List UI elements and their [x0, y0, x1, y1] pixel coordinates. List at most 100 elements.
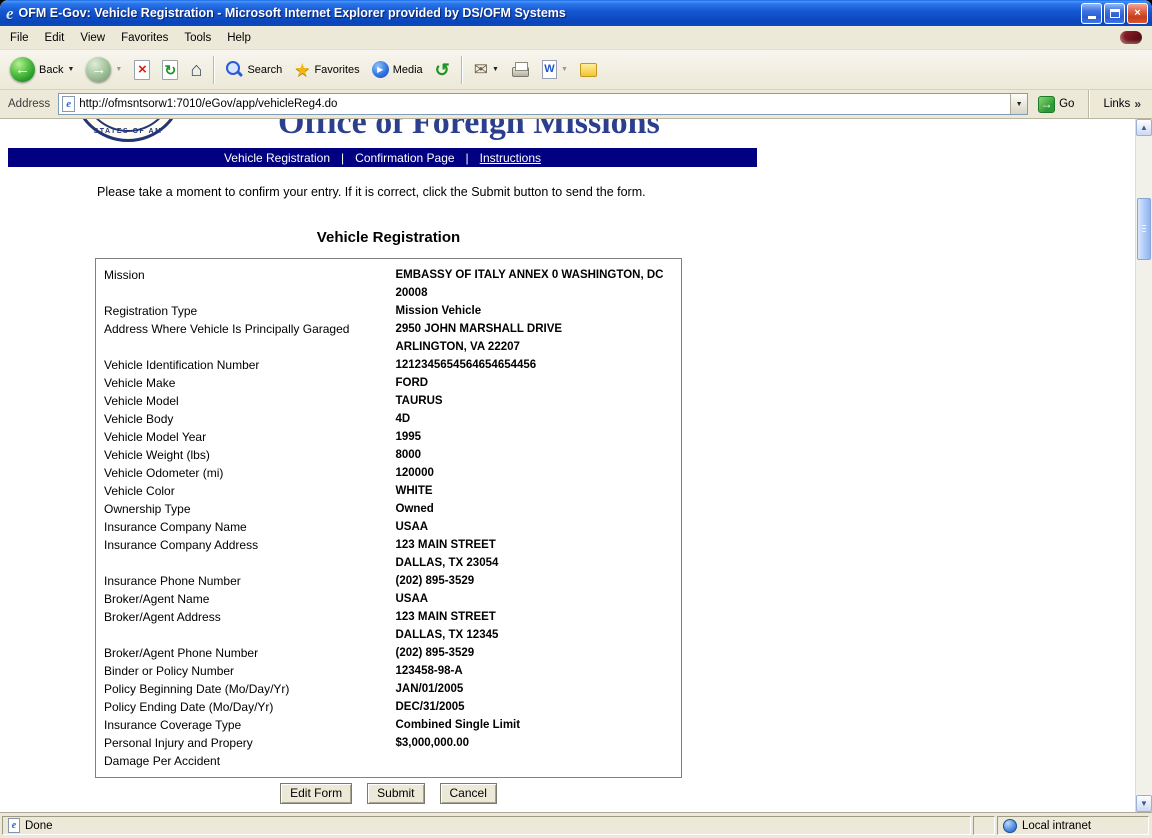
refresh-icon: ↻	[162, 60, 178, 80]
field-value: FORD	[396, 374, 682, 392]
field-row: Vehicle ModelTAURUS	[96, 392, 682, 410]
forward-icon: →	[86, 57, 111, 82]
edit-form-button[interactable]: Edit Form	[280, 783, 352, 804]
close-button[interactable]: ×	[1127, 3, 1148, 24]
maximize-button[interactable]	[1104, 3, 1125, 24]
go-button[interactable]: → Go	[1033, 94, 1079, 115]
vertical-scrollbar[interactable]: ▲ ▼	[1135, 119, 1152, 812]
status-text: Done	[25, 820, 53, 832]
field-row: Vehicle ColorWHITE	[96, 482, 682, 500]
intranet-globe-icon	[1003, 819, 1017, 833]
history-button[interactable]: ↺	[430, 53, 455, 87]
back-icon: ←	[10, 57, 35, 82]
scrollbar-thumb[interactable]	[1137, 198, 1151, 260]
field-label: Vehicle Odometer (mi)	[96, 464, 396, 482]
field-label: Broker/Agent Name	[96, 590, 396, 608]
menu-help[interactable]: Help	[219, 28, 259, 48]
nav-instructions-link[interactable]: Instructions	[480, 151, 541, 165]
field-value: EMBASSY OF ITALY ANNEX 0 WASHINGTON, DC …	[396, 259, 682, 303]
field-value: Combined Single Limit	[396, 716, 682, 734]
page-content: STATES OF AM Office of Foreign Missions …	[0, 119, 1135, 812]
favorites-button[interactable]: ★ Favorites	[289, 53, 364, 87]
url-text[interactable]: http://ofmsntsorw1:7010/eGov/app/vehicle…	[79, 98, 1006, 110]
field-row: Vehicle Odometer (mi)120000	[96, 464, 682, 482]
scrollbar-track[interactable]	[1136, 136, 1152, 795]
chevron-icon[interactable]: »	[1134, 97, 1141, 111]
field-label: Policy Ending Date (Mo/Day/Yr)	[96, 698, 396, 716]
mail-button[interactable]: ✉ ▼	[469, 53, 504, 87]
menu-favorites[interactable]: Favorites	[113, 28, 176, 48]
confirmation-message: Please take a moment to confirm your ent…	[97, 185, 646, 199]
browser-window: e OFM E-Gov: Vehicle Registration - Micr…	[0, 0, 1152, 838]
search-icon	[226, 61, 243, 78]
back-dropdown-icon[interactable]: ▼	[67, 66, 74, 73]
field-label: Broker/Agent Address	[96, 608, 396, 644]
discuss-icon	[580, 63, 597, 77]
field-label: Mission	[96, 259, 396, 303]
field-row: Vehicle Identification Number12123456545…	[96, 356, 682, 374]
field-value: (202) 895-3529	[396, 572, 682, 590]
address-input[interactable]: e http://ofmsntsorw1:7010/eGov/app/vehic…	[58, 93, 1028, 115]
field-row: Broker/Agent Phone Number(202) 895-3529	[96, 644, 682, 662]
edit-with-word-button[interactable]: W ▼	[537, 53, 573, 87]
field-label: Vehicle Color	[96, 482, 396, 500]
scroll-up-button[interactable]: ▲	[1136, 119, 1152, 136]
menu-edit[interactable]: Edit	[37, 28, 73, 48]
window-controls: ×	[1081, 3, 1148, 24]
print-icon	[511, 62, 530, 77]
mail-dropdown-icon[interactable]: ▼	[492, 66, 499, 73]
page-viewport: STATES OF AM Office of Foreign Missions …	[0, 119, 1152, 812]
address-dropdown-button[interactable]: ▼	[1010, 94, 1027, 114]
field-value: DEC/31/2005	[396, 698, 682, 716]
field-row: Vehicle Model Year1995	[96, 428, 682, 446]
menu-view[interactable]: View	[72, 28, 113, 48]
favorites-label: Favorites	[314, 64, 359, 76]
field-value: Owned	[396, 500, 682, 518]
security-zone-panel: Local intranet	[997, 816, 1149, 835]
page-nav-bar: Vehicle Registration | Confirmation Page…	[8, 148, 757, 167]
minimize-button[interactable]	[1081, 3, 1102, 24]
status-message-panel: e Done	[2, 816, 971, 835]
fields-body: MissionEMBASSY OF ITALY ANNEX 0 WASHINGT…	[96, 259, 682, 778]
menu-tools[interactable]: Tools	[176, 28, 219, 48]
ie-logo-icon: e	[6, 6, 14, 21]
status-bar: e Done Local intranet	[0, 812, 1152, 838]
field-row: Broker/Agent Address123 MAIN STREET DALL…	[96, 608, 682, 644]
search-button[interactable]: Search	[221, 53, 287, 87]
field-label: Vehicle Identification Number	[96, 356, 396, 374]
cancel-button[interactable]: Cancel	[440, 783, 497, 804]
field-row: Insurance Coverage TypeCombined Single L…	[96, 716, 682, 734]
field-row: Ownership TypeOwned	[96, 500, 682, 518]
toolbar-separator	[461, 56, 463, 84]
field-row: Vehicle Body4D	[96, 410, 682, 428]
nav-vehicle-registration: Vehicle Registration	[224, 151, 330, 165]
back-button[interactable]: ← Back ▼	[5, 53, 79, 87]
form-buttons: Edit Form Submit Cancel	[95, 783, 682, 804]
field-label: Address Where Vehicle Is Principally Gar…	[96, 320, 396, 356]
scroll-down-button[interactable]: ▼	[1136, 795, 1152, 812]
field-value: 123458-98-A	[396, 662, 682, 680]
field-label: Vehicle Model Year	[96, 428, 396, 446]
zone-label: Local intranet	[1022, 820, 1091, 832]
menu-file[interactable]: File	[2, 28, 37, 48]
form-heading: Vehicle Registration	[95, 229, 682, 246]
field-row: Registration TypeMission Vehicle	[96, 302, 682, 320]
media-icon: ▶	[372, 61, 389, 78]
home-button[interactable]: ⌂	[185, 53, 207, 87]
submit-button[interactable]: Submit	[367, 783, 424, 804]
discuss-button[interactable]	[575, 53, 602, 87]
links-menu[interactable]: Links »	[1099, 97, 1147, 111]
print-button[interactable]	[506, 53, 535, 87]
search-label: Search	[247, 64, 282, 76]
field-label: Vehicle Model	[96, 392, 396, 410]
media-button[interactable]: ▶ Media	[367, 53, 428, 87]
refresh-button[interactable]: ↻	[157, 53, 183, 87]
stop-button[interactable]: ×	[129, 53, 155, 87]
history-icon: ↺	[435, 61, 450, 79]
field-row: Insurance Phone Number(202) 895-3529	[96, 572, 682, 590]
field-row: Policy Beginning Date (Mo/Day/Yr)JAN/01/…	[96, 680, 682, 698]
forward-button[interactable]: → ▼	[81, 53, 127, 87]
field-label: Insurance Coverage Type	[96, 716, 396, 734]
field-label: Registration Type	[96, 302, 396, 320]
field-row: Vehicle MakeFORD	[96, 374, 682, 392]
